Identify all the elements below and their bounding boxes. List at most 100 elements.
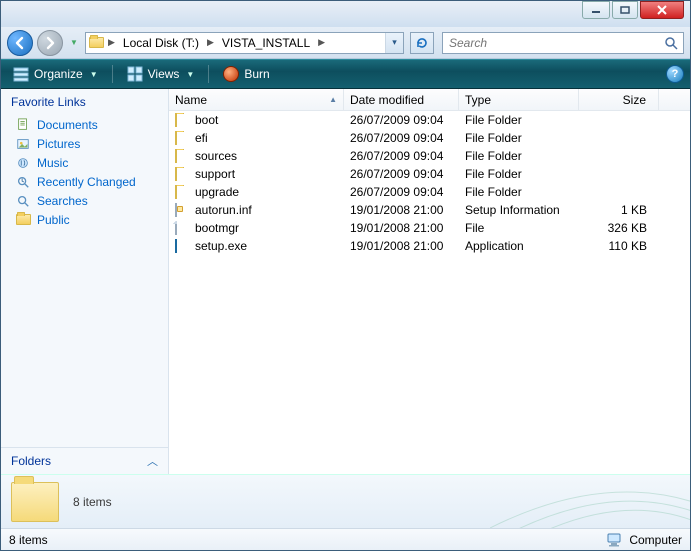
chevron-down-icon: ▼ xyxy=(186,70,194,79)
organize-button[interactable]: Organize ▼ xyxy=(7,63,104,85)
folder-large-icon xyxy=(11,482,59,522)
body: Favorite Links DocumentsPicturesMusicRec… xyxy=(1,89,690,474)
views-label: Views xyxy=(148,67,180,81)
nav-history-dropdown[interactable]: ▼ xyxy=(67,33,81,53)
column-name-label: Name xyxy=(175,93,207,107)
file-row[interactable]: sources26/07/2009 09:04File Folder xyxy=(169,147,690,165)
file-rows: boot26/07/2009 09:04File Folderefi26/07/… xyxy=(169,111,690,474)
file-row[interactable]: setup.exe19/01/2008 21:00Application110 … xyxy=(169,237,690,255)
burn-label: Burn xyxy=(244,67,269,81)
sidebar-item[interactable]: Searches xyxy=(1,191,168,210)
file-date: 26/07/2009 09:04 xyxy=(344,113,459,127)
burn-button[interactable]: Burn xyxy=(217,63,275,85)
file-name: boot xyxy=(195,113,218,127)
sidebar-item-icon xyxy=(15,117,31,133)
organize-label: Organize xyxy=(34,67,83,81)
breadcrumb-sep-icon[interactable]: ▶ xyxy=(205,33,216,53)
burn-icon xyxy=(223,66,239,82)
breadcrumb-seg-2[interactable]: VISTA_INSTALL xyxy=(216,33,316,53)
search-input[interactable] xyxy=(443,36,659,50)
folder-icon xyxy=(175,185,177,199)
sidebar-folders-label: Folders xyxy=(11,454,51,468)
folder-icon xyxy=(175,131,177,145)
application-icon xyxy=(175,239,177,253)
breadcrumb-seg-1[interactable]: Local Disk (T:) xyxy=(117,33,205,53)
file-icon xyxy=(175,221,177,235)
status-bar: 8 items Computer xyxy=(1,528,690,550)
chevron-up-icon: ︿ xyxy=(147,453,158,469)
file-list-pane: Name ▲ Date modified Type Size boot 26/07… xyxy=(169,89,690,474)
file-type: File Folder xyxy=(459,131,579,145)
details-summary: 8 items xyxy=(73,495,112,509)
sidebar-item-icon xyxy=(15,212,31,228)
sidebar-item-label: Documents xyxy=(37,118,98,132)
sidebar-item-label: Music xyxy=(37,156,68,170)
file-date: 26/07/2009 09:04 xyxy=(344,149,459,163)
file-row[interactable]: bootmgr 19/01/2008 21:00File326 KB xyxy=(169,219,690,237)
file-date: 26/07/2009 09:04 xyxy=(344,167,459,181)
titlebar xyxy=(1,1,690,27)
sidebar-item-icon xyxy=(15,155,31,171)
search-box[interactable] xyxy=(442,32,684,54)
setup-info-icon xyxy=(175,203,177,217)
folder-icon xyxy=(175,149,177,163)
chevron-down-icon: ▼ xyxy=(90,70,98,79)
file-date: 19/01/2008 21:00 xyxy=(344,221,459,235)
sidebar-item[interactable]: Recently Changed xyxy=(1,172,168,191)
maximize-button[interactable] xyxy=(612,1,638,19)
navbar: ▼ ▶ Local Disk (T:) ▶ VISTA_INSTALL ▶ ▾ xyxy=(1,27,690,59)
address-bar[interactable]: ▶ Local Disk (T:) ▶ VISTA_INSTALL ▶ ▾ xyxy=(85,32,404,54)
file-size: 326 KB xyxy=(579,221,659,235)
forward-button[interactable] xyxy=(37,30,63,56)
file-row[interactable]: support26/07/2009 09:04File Folder xyxy=(169,165,690,183)
file-name: sources xyxy=(195,149,237,163)
column-headers: Name ▲ Date modified Type Size xyxy=(169,89,690,111)
command-bar: Organize ▼ Views ▼ Burn ? xyxy=(1,59,690,89)
views-button[interactable]: Views ▼ xyxy=(121,63,201,85)
back-button[interactable] xyxy=(7,30,33,56)
file-row[interactable]: upgrade26/07/2009 09:04File Folder xyxy=(169,183,690,201)
sidebar-item-icon xyxy=(15,193,31,209)
views-icon xyxy=(127,66,143,82)
file-name: autorun.inf xyxy=(195,203,252,217)
file-date: 19/01/2008 21:00 xyxy=(344,239,459,253)
minimize-button[interactable] xyxy=(582,1,610,19)
folder-icon xyxy=(175,113,177,127)
breadcrumb-sep-icon[interactable]: ▶ xyxy=(106,33,117,53)
status-location: Computer xyxy=(629,533,682,547)
file-name: bootmgr xyxy=(195,221,239,235)
column-date[interactable]: Date modified xyxy=(344,89,459,110)
file-type: Setup Information xyxy=(459,203,579,217)
sidebar-list: Documents Pictures Music Recently ChangedSe… xyxy=(1,113,168,447)
file-row[interactable]: boot26/07/2009 09:04File Folder xyxy=(169,111,690,129)
search-icon[interactable] xyxy=(659,36,683,50)
sidebar-item[interactable]: Documents xyxy=(1,115,168,134)
column-size[interactable]: Size xyxy=(579,89,659,110)
computer-icon xyxy=(607,533,623,547)
sidebar-item-label: Public xyxy=(37,213,70,227)
column-type[interactable]: Type xyxy=(459,89,579,110)
file-name: efi xyxy=(195,131,208,145)
column-name[interactable]: Name ▲ xyxy=(169,89,344,110)
file-row[interactable]: autorun.inf19/01/2008 21:00Setup Informa… xyxy=(169,201,690,219)
explorer-window: ▼ ▶ Local Disk (T:) ▶ VISTA_INSTALL ▶ ▾ xyxy=(0,0,691,551)
file-name: support xyxy=(195,167,235,181)
close-button[interactable] xyxy=(640,1,684,19)
refresh-button[interactable] xyxy=(410,32,434,54)
sidebar-item[interactable]: Music xyxy=(1,153,168,172)
file-size: 110 KB xyxy=(579,239,659,253)
details-pane: 8 items xyxy=(1,474,690,528)
folder-icon xyxy=(175,167,177,181)
status-item-count: 8 items xyxy=(9,533,48,547)
help-button[interactable]: ? xyxy=(666,65,684,83)
file-row[interactable]: efi 26/07/2009 09:04File Folder xyxy=(169,129,690,147)
sidebar-folders-toggle[interactable]: Folders ︿ xyxy=(1,447,168,474)
address-dropdown-button[interactable]: ▾ xyxy=(385,33,403,53)
file-type: File Folder xyxy=(459,185,579,199)
sidebar-item[interactable]: Public xyxy=(1,210,168,229)
breadcrumb-sep-icon[interactable]: ▶ xyxy=(316,33,327,53)
sidebar-item[interactable]: Pictures xyxy=(1,134,168,153)
file-date: 26/07/2009 09:04 xyxy=(344,185,459,199)
file-type: File xyxy=(459,221,579,235)
file-date: 26/07/2009 09:04 xyxy=(344,131,459,145)
